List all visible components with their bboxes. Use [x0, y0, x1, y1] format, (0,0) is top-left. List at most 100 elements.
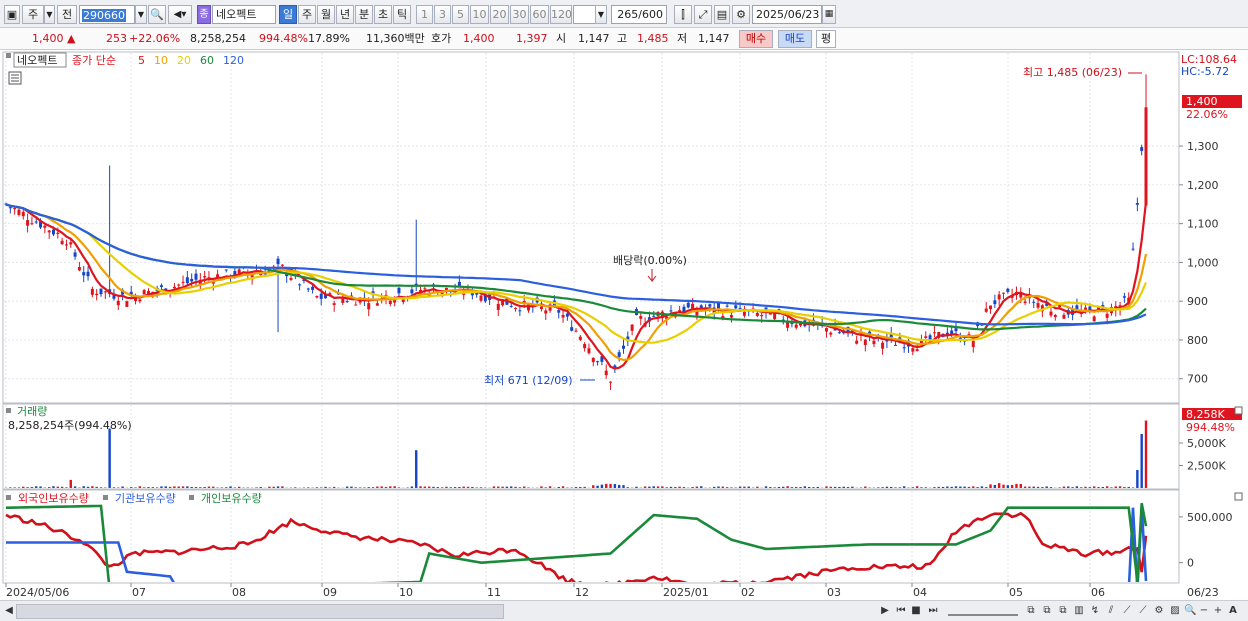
window-icon[interactable]: ▣: [4, 5, 20, 24]
count-field[interactable]: 265/600: [611, 5, 667, 24]
volume-bar: [959, 486, 962, 488]
candle-body: [315, 296, 319, 298]
zoom-slider[interactable]: [948, 604, 1018, 616]
volume-bar: [816, 486, 820, 488]
fast-forward-icon[interactable]: ⏭: [926, 604, 940, 619]
eval-button[interactable]: 평: [816, 30, 836, 48]
holdings-legend-item[interactable]: 기관보유수량: [115, 492, 176, 505]
candle-body: [224, 269, 228, 271]
scroll-right-icon[interactable]: ▶: [880, 604, 890, 619]
candle-body: [1144, 107, 1148, 206]
candle-body: [319, 293, 323, 299]
tick-button[interactable]: 10: [470, 5, 489, 24]
volume-bar: [466, 486, 470, 488]
candle-body: [1084, 307, 1088, 310]
volume-bar: [220, 487, 224, 488]
x-axis-label: 04: [913, 586, 927, 599]
volume-bar: [199, 487, 202, 488]
scroll-thumb[interactable]: [16, 604, 504, 619]
stock-chart[interactable]: 네오펙트 종가 단순 5 10 20 60 120 최고 1,485 (06/23) 최…: [0, 51, 1248, 600]
zoom-out-icon[interactable]: −: [1198, 604, 1210, 619]
tick-button[interactable]: 60: [530, 5, 549, 24]
ma-legend-10[interactable]: 10: [154, 54, 168, 67]
volume-bar: [782, 486, 785, 488]
draw-tool-icon[interactable]: ⤢: [694, 5, 712, 24]
ma-legend-120[interactable]: 120: [223, 54, 244, 67]
unit-dropdown-icon[interactable]: ▼: [595, 5, 607, 24]
period-button[interactable]: 틱: [393, 5, 411, 24]
market-select[interactable]: 주: [22, 5, 44, 24]
layout-icon[interactable]: ⧉: [1024, 604, 1038, 619]
zoom-in-icon[interactable]: +: [1212, 604, 1224, 619]
gear-icon[interactable]: ⚙: [732, 5, 750, 24]
holdings-legend-item[interactable]: 외국인보유수량: [18, 492, 89, 505]
period-button[interactable]: 월: [317, 5, 335, 24]
holdings-legend-item[interactable]: 개인보유수량: [201, 492, 262, 505]
magnifier-icon[interactable]: 🔍: [1184, 604, 1196, 619]
code-dropdown-icon[interactable]: ▼: [135, 5, 147, 24]
volume-bar: [764, 486, 768, 488]
ma-legend-20[interactable]: 20: [177, 54, 191, 67]
close-icon[interactable]: [1234, 492, 1243, 501]
volume-bar: [52, 486, 55, 488]
speaker-icon[interactable]: ◀▾: [168, 5, 192, 24]
volume-ratio: 994.48%: [259, 32, 308, 45]
layout-icon-3[interactable]: ⧉: [1056, 604, 1070, 619]
font-size-icon[interactable]: A: [1226, 604, 1240, 619]
x-axis-label: 10: [399, 586, 413, 599]
period-button[interactable]: 일: [279, 5, 297, 24]
trend-icon-2[interactable]: ⟋: [1136, 604, 1150, 619]
period-button[interactable]: 분: [355, 5, 373, 24]
volume-bar: [432, 486, 435, 488]
buy-button[interactable]: 매수: [739, 30, 773, 48]
tick-button[interactable]: 30: [510, 5, 529, 24]
candle-body: [760, 315, 764, 317]
volume-bar: [807, 487, 811, 488]
volume-bar: [1032, 486, 1035, 488]
candle-body: [997, 294, 1001, 300]
image-icon[interactable]: ▨: [1168, 604, 1182, 619]
candle-icon[interactable]: ⫿: [674, 5, 692, 24]
stock-name-field[interactable]: 네오펙트: [212, 5, 276, 24]
layout-icon-2[interactable]: ⧉: [1040, 604, 1054, 619]
chevron-down-icon[interactable]: ▼: [44, 5, 55, 24]
ma-legend-60[interactable]: 60: [200, 54, 214, 67]
candle-body: [639, 316, 643, 319]
settings-icon[interactable]: ⚙: [1152, 604, 1166, 619]
search-icon[interactable]: 🔍: [148, 5, 166, 24]
stop-icon[interactable]: ■: [910, 604, 922, 619]
chart-tool-icon-2[interactable]: ⫽: [1104, 604, 1118, 619]
rewind-icon[interactable]: ⏮: [894, 604, 908, 619]
chart-tool-icon[interactable]: ↯: [1088, 604, 1102, 619]
period-button[interactable]: 초: [374, 5, 392, 24]
date-field[interactable]: 2025/06/23: [752, 5, 822, 24]
close-icon[interactable]: [1234, 406, 1243, 415]
prev-button[interactable]: 전: [57, 5, 77, 24]
candle-body: [755, 312, 759, 316]
tick-button[interactable]: 120: [550, 5, 572, 24]
sell-button[interactable]: 매도: [778, 30, 812, 48]
volume-bar: [738, 486, 742, 488]
scroll-left-icon[interactable]: ◀: [4, 604, 14, 619]
save-icon[interactable]: ▤: [714, 5, 730, 24]
x-axis-label: 05: [1009, 586, 1023, 599]
tick-button[interactable]: 1: [416, 5, 433, 24]
volume-bar: [786, 486, 789, 488]
volume-bar: [656, 486, 660, 488]
calendar-icon[interactable]: ▦: [822, 5, 836, 24]
volume-bar: [712, 486, 716, 488]
volume-bar: [941, 486, 945, 488]
tick-button[interactable]: 5: [452, 5, 469, 24]
period-button[interactable]: 년: [336, 5, 354, 24]
tick-button[interactable]: 3: [434, 5, 451, 24]
tick-button[interactable]: 20: [490, 5, 509, 24]
period-button[interactable]: 주: [298, 5, 316, 24]
candle-body: [26, 220, 30, 226]
candle-body: [1032, 301, 1036, 303]
ma-legend-5[interactable]: 5: [138, 54, 145, 67]
candle-body: [587, 348, 591, 354]
bar-chart-icon[interactable]: ▥: [1072, 604, 1086, 619]
code-input[interactable]: 290660: [79, 5, 135, 24]
scroll-bar[interactable]: ◀ ▶ ⏮ ■ ⏭ ⧉ ⧉ ⧉ ▥ ↯ ⫽ ⟋ ⟋ ⚙ ▨ 🔍 − + A: [0, 600, 1248, 621]
trend-icon[interactable]: ⟋: [1120, 604, 1134, 619]
